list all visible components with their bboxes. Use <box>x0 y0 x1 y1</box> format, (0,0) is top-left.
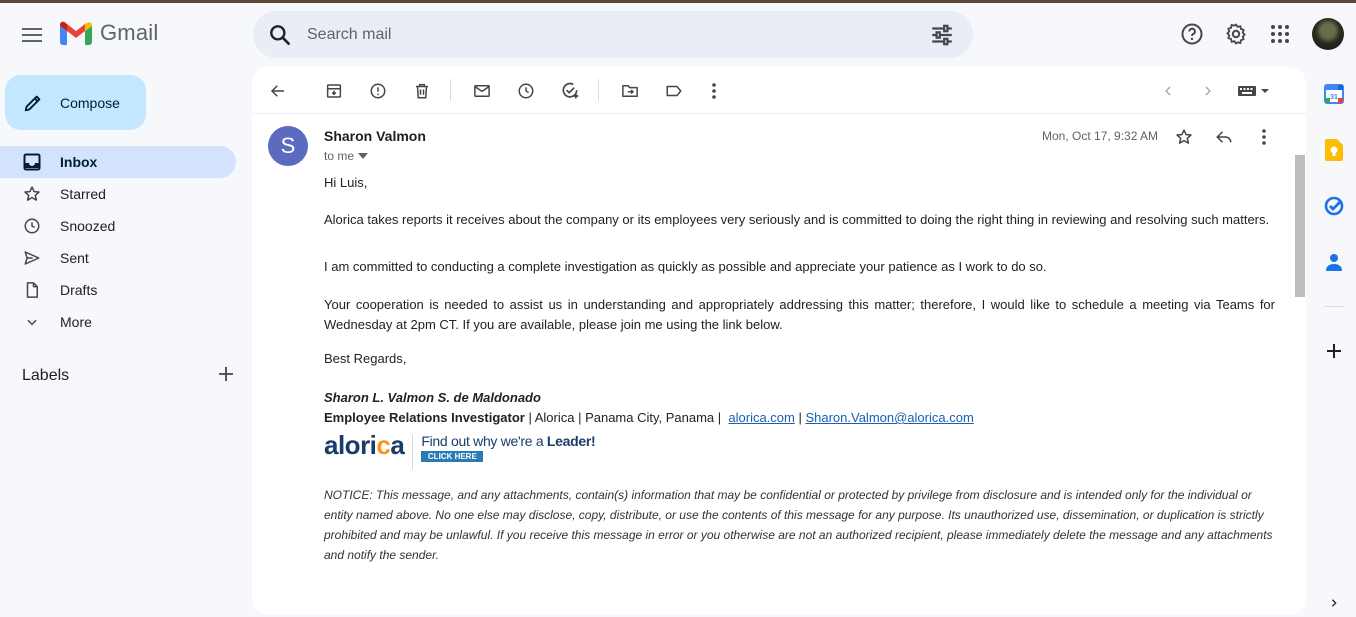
sidebar-item-label: More <box>60 314 92 330</box>
draft-icon <box>22 280 42 300</box>
older-chevron-right-icon[interactable] <box>1194 77 1222 105</box>
clock-icon <box>22 216 42 236</box>
banner-tagline: Find out why we're a Leader! <box>421 433 595 449</box>
tasks-icon[interactable] <box>1322 194 1346 218</box>
email-view: S Sharon Valmon to me Mon, Oct 17, 9:32 … <box>252 67 1306 615</box>
search-bar <box>253 11 973 58</box>
signature-title: Employee Relations Investigator <box>324 410 525 425</box>
sidebar-item-snoozed[interactable]: Snoozed <box>0 210 236 242</box>
body-paragraph: I am committed to conducting a complete … <box>324 259 1047 274</box>
logo-part: a <box>390 430 405 460</box>
main-menu-button[interactable] <box>14 17 50 53</box>
sidebar-item-label: Drafts <box>60 282 98 298</box>
tagline-text: Find out why we're a <box>421 433 547 449</box>
reply-icon[interactable] <box>1212 125 1236 149</box>
labels-title: Labels <box>22 367 70 384</box>
sidebar-item-label: Starred <box>60 186 106 202</box>
gmail-wordmark: Gmail <box>100 20 159 45</box>
signature-separator: | <box>794 410 806 425</box>
signature-banner[interactable]: alorica Find out why we're a Leader! CLI… <box>324 432 596 469</box>
gmail-logo[interactable]: Gmail <box>60 20 158 46</box>
to-label: to me <box>324 149 355 163</box>
search-options-icon[interactable] <box>929 22 955 48</box>
legal-notice: NOTICE: This message, and any attachment… <box>324 488 1273 562</box>
banner-divider <box>412 435 414 469</box>
sidebar-item-label: Sent <box>60 250 89 266</box>
website-link[interactable]: alorica.com <box>728 410 794 425</box>
toolbar-divider <box>450 79 451 101</box>
sender-name[interactable]: Sharon Valmon <box>324 128 426 144</box>
sidebar-nav: Inbox Starred Snoozed Sent Drafts More <box>0 146 236 338</box>
caret-down-icon <box>358 153 369 159</box>
label-tag-icon[interactable] <box>660 77 688 105</box>
scrollbar-thumb[interactable] <box>1295 155 1305 297</box>
banner-promo: Find out why we're a Leader! CLICK HERE <box>421 433 596 462</box>
tagline-bold: Leader! <box>546 433 596 449</box>
search-input[interactable] <box>307 11 907 58</box>
alorica-logo: alorica <box>324 432 405 458</box>
sidebar-item-sent[interactable]: Sent <box>0 242 236 274</box>
sender-avatar[interactable]: S <box>268 126 308 166</box>
message-date: Mon, Oct 17, 9:32 AM <box>1042 129 1159 143</box>
logo-part: alori <box>324 430 377 460</box>
email-link[interactable]: Sharon.Valmon@alorica.com <box>805 410 973 425</box>
star-icon <box>22 184 42 204</box>
hamburger-icon <box>22 28 42 42</box>
archive-icon[interactable] <box>320 77 348 105</box>
inbox-icon <box>22 152 42 172</box>
chevron-down-icon <box>22 312 42 332</box>
sidebar-item-starred[interactable]: Starred <box>0 178 236 210</box>
sidebar-item-inbox[interactable]: Inbox <box>0 146 236 178</box>
search-icon[interactable] <box>267 22 293 48</box>
delete-trash-icon[interactable] <box>408 77 436 105</box>
add-label-icon[interactable] <box>218 366 234 387</box>
sidebar-item-label: Inbox <box>60 154 98 170</box>
show-side-panel-chevron-icon[interactable] <box>1322 591 1346 615</box>
account-avatar[interactable] <box>1312 18 1344 50</box>
signature-line: Employee Relations Investigator | Aloric… <box>324 410 974 426</box>
logo-part: c <box>376 430 391 460</box>
signature-name: Sharon L. Valmon S. de Maldonado <box>324 390 541 405</box>
greeting: Hi Luis, <box>324 175 368 190</box>
report-spam-icon[interactable] <box>364 77 392 105</box>
body-paragraph: Your cooperation is needed to assist us … <box>324 297 1275 332</box>
pencil-icon <box>24 95 41 111</box>
rail-divider <box>1324 306 1344 307</box>
input-tools-keyboard-icon[interactable] <box>1234 77 1274 105</box>
keep-icon[interactable] <box>1322 138 1346 162</box>
closing: Best Regards, <box>324 351 407 366</box>
sidebar-item-drafts[interactable]: Drafts <box>0 274 236 306</box>
recipient-details-toggle[interactable]: to me <box>324 149 369 163</box>
apps-grid-icon[interactable] <box>1264 18 1296 50</box>
compose-button[interactable]: Compose <box>5 75 146 130</box>
message-more-options-icon[interactable] <box>1252 125 1276 149</box>
help-icon[interactable] <box>1176 18 1208 50</box>
snooze-clock-icon[interactable] <box>512 77 540 105</box>
move-to-folder-icon[interactable] <box>616 77 644 105</box>
compose-label: Compose <box>60 94 120 111</box>
star-message-icon[interactable] <box>1172 125 1196 149</box>
back-arrow-icon[interactable] <box>264 77 292 105</box>
settings-gear-icon[interactable] <box>1220 18 1252 50</box>
labels-header: Labels <box>22 364 234 388</box>
send-icon <box>22 248 42 268</box>
toolbar-divider <box>598 79 599 101</box>
mark-unread-icon[interactable] <box>468 77 496 105</box>
gmail-m-icon <box>60 21 92 45</box>
add-to-tasks-icon[interactable] <box>556 77 584 105</box>
signature-details: | Alorica | Panama City, Panama | <box>524 410 725 425</box>
sidebar-item-label: Snoozed <box>60 218 116 234</box>
more-options-vertical-icon[interactable] <box>700 77 728 105</box>
add-addon-plus-icon[interactable] <box>1322 339 1346 363</box>
banner-click-here-button[interactable]: CLICK HERE <box>421 451 484 462</box>
calendar-icon[interactable]: 31 <box>1322 82 1346 106</box>
newer-chevron-left-icon[interactable] <box>1154 77 1182 105</box>
body-paragraph: Alorica takes reports it receives about … <box>324 212 1270 227</box>
sidebar-item-more[interactable]: More <box>0 306 236 338</box>
header: Gmail <box>0 3 1356 65</box>
email-toolbar <box>252 67 1306 114</box>
svg-text:31: 31 <box>1330 94 1338 101</box>
contacts-icon[interactable] <box>1322 250 1346 274</box>
